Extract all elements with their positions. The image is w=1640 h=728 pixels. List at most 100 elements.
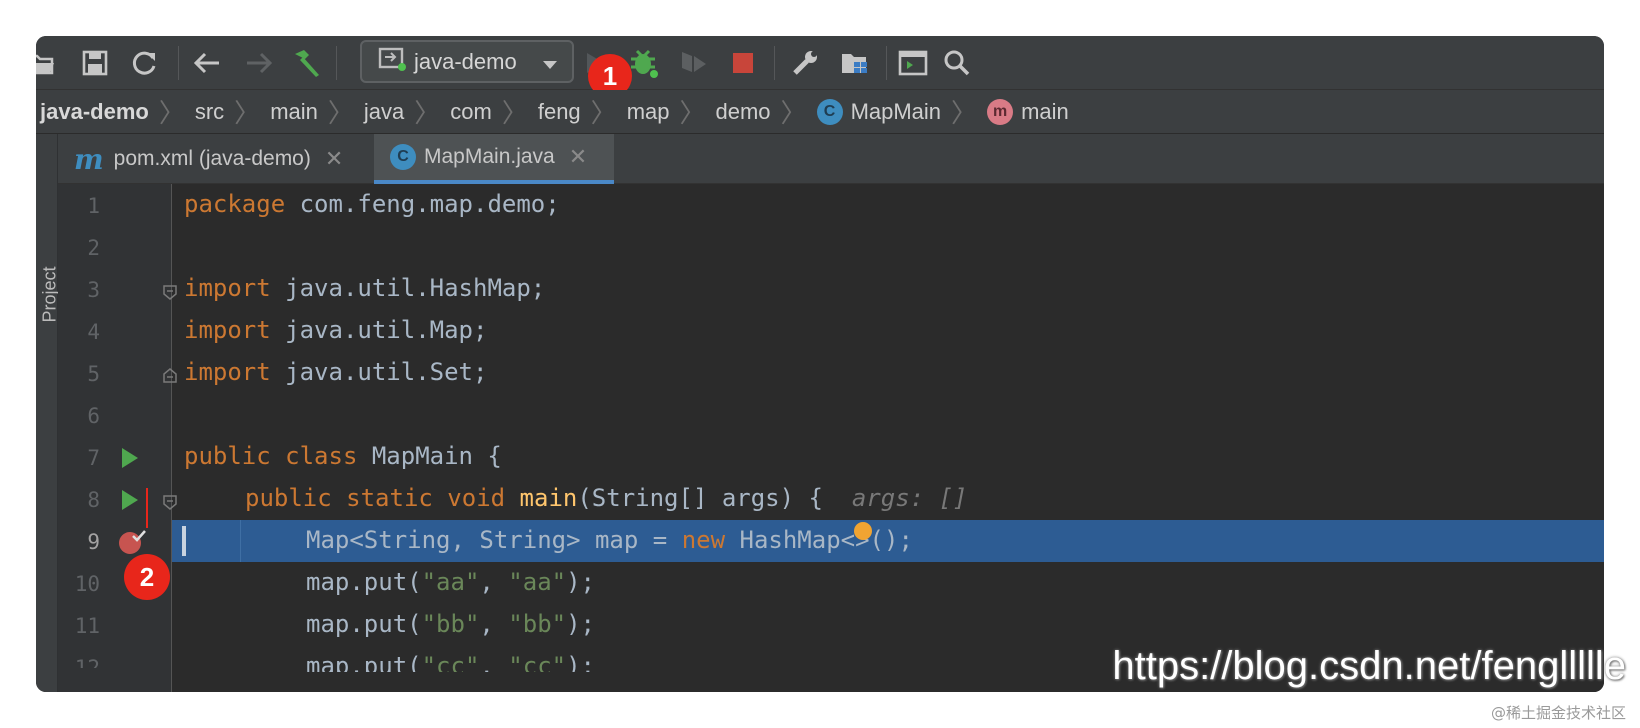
code-text: HashMap<>(); [725, 526, 913, 554]
code-text: MapMain { [357, 442, 502, 470]
chevron-right-icon: 〉 [327, 98, 354, 128]
breadcrumb-item-class[interactable]: C MapMain [816, 98, 942, 125]
chevron-right-icon: 〉 [414, 98, 441, 128]
code-line: map.put("bb", "bb"); [306, 610, 595, 638]
close-icon[interactable]: ✕ [569, 144, 587, 170]
line-number: 6 [87, 404, 100, 428]
watermark-source: @稀土掘金技术社区 [1490, 704, 1626, 722]
settings-wrench-icon[interactable] [786, 44, 824, 82]
code-keyword: public class [184, 442, 358, 470]
code-text: , [479, 652, 509, 672]
code-keyword: import [184, 358, 271, 386]
line-number: 10 [74, 572, 100, 596]
run-config-icon [378, 47, 406, 76]
line-number: 3 [87, 278, 100, 302]
toolbar-separator [774, 46, 775, 80]
breadcrumb-item[interactable]: main [270, 99, 318, 125]
code-string: "cc" [508, 652, 567, 672]
code-string: "aa" [421, 568, 480, 596]
back-arrow-icon[interactable] [188, 44, 226, 82]
code-text: map.put( [306, 652, 422, 672]
code-text: map.put( [306, 568, 422, 596]
code-text: (String[] args) { [577, 484, 823, 512]
editor-tab-bar: m pom.xml (java-demo) ✕ C MapMain.java ✕ [58, 134, 1604, 184]
code-text: java.util.Map; [270, 316, 488, 344]
annotation-badge-2: 2 [124, 554, 170, 600]
breadcrumb-item[interactable]: map [627, 99, 670, 125]
breadcrumb-item[interactable]: java-demo [40, 99, 149, 125]
text-caret [182, 526, 186, 556]
line-number: 2 [87, 236, 100, 260]
tab-mapmain-java[interactable]: C MapMain.java ✕ [374, 134, 614, 184]
line-number: 7 [87, 446, 100, 470]
annotation-arrow [146, 488, 148, 528]
open-folder-icon[interactable] [36, 44, 60, 82]
code-line: map.put("aa", "aa"); [306, 568, 595, 596]
toolbar-separator [178, 46, 179, 80]
chevron-right-icon: 〉 [234, 98, 261, 128]
sync-icon[interactable] [126, 44, 164, 82]
chevron-right-icon: 〉 [590, 98, 617, 128]
line-number: 8 [87, 488, 100, 512]
close-icon[interactable]: ✕ [325, 146, 343, 172]
breadcrumb-item[interactable]: demo [716, 99, 771, 125]
stop-icon[interactable] [724, 44, 762, 82]
code-editor[interactable]: 1 2 3 4 5 6 7 8 9 10 11 12 2 package com… [58, 184, 1604, 692]
chevron-right-icon: 〉 [951, 98, 978, 128]
fold-marker-icon[interactable] [162, 494, 178, 510]
code-text: java.util.HashMap; [270, 274, 546, 302]
breadcrumb-item[interactable]: src [195, 99, 224, 125]
code-line: map.put("cc", "cc"); [306, 652, 595, 672]
code-line: public class MapMain { [184, 442, 502, 470]
line-number: 11 [74, 614, 100, 638]
line-number: 1 [87, 194, 100, 218]
run-config-label: java-demo [414, 48, 517, 74]
method-icon: m [987, 98, 1014, 125]
chevron-right-icon: 〉 [158, 98, 185, 128]
chevron-right-icon: 〉 [780, 98, 807, 128]
code-text: ); [566, 652, 595, 672]
code-keyword: new [681, 526, 726, 554]
terminal-icon[interactable] [894, 44, 932, 82]
save-icon[interactable] [76, 44, 114, 82]
indent-guide [240, 520, 241, 562]
project-structure-icon[interactable] [836, 44, 874, 82]
coverage-icon[interactable] [674, 44, 712, 82]
run-gutter-icon[interactable] [120, 488, 140, 517]
fold-marker-icon[interactable] [162, 284, 178, 300]
code-line: public static void main(String[] args) {… [245, 484, 967, 512]
tab-label: MapMain.java [424, 145, 555, 168]
main-toolbar: java-demo 1 [36, 36, 1604, 98]
code-string: "cc" [421, 652, 480, 672]
breadcrumb-item[interactable]: java [364, 99, 404, 125]
run-gutter-icon[interactable] [120, 446, 140, 475]
toolbar-separator [886, 46, 887, 80]
forward-arrow-icon[interactable] [240, 44, 278, 82]
maven-icon: m [74, 142, 104, 176]
breadcrumb-item-method[interactable]: m main [987, 98, 1069, 125]
intention-bulb-icon[interactable] [854, 522, 872, 540]
code-text: ); [566, 568, 595, 596]
editor-gutter[interactable]: 1 2 3 4 5 6 7 8 9 10 11 12 [58, 184, 177, 692]
tab-pom-xml[interactable]: m pom.xml (java-demo) ✕ [58, 134, 374, 184]
breadcrumb-item[interactable]: com [450, 99, 492, 125]
code-line: import java.util.HashMap; [184, 274, 545, 302]
code-string: "aa" [508, 568, 567, 596]
chevron-down-icon [542, 57, 558, 75]
build-hammer-icon[interactable] [288, 44, 326, 82]
fold-marker-icon[interactable] [162, 368, 178, 384]
code-text: java.util.Set; [270, 358, 488, 386]
code-line: package com.feng.map.demo; [184, 190, 560, 218]
run-config-dropdown[interactable]: java-demo [360, 40, 574, 83]
search-icon[interactable] [938, 44, 976, 82]
breadcrumb-item[interactable]: feng [538, 99, 581, 125]
toolbar-separator [336, 46, 337, 80]
breadcrumb-item-label: MapMain [850, 98, 942, 124]
code-text: , [479, 610, 509, 638]
code-line: import java.util.Map; [184, 316, 487, 344]
code-text: ); [566, 610, 595, 638]
code-keyword: import [184, 316, 271, 344]
project-tool-window-strip[interactable]: Project [36, 134, 60, 692]
line-number: 4 [87, 320, 100, 344]
inline-debug-hint: args: [] [851, 484, 968, 512]
